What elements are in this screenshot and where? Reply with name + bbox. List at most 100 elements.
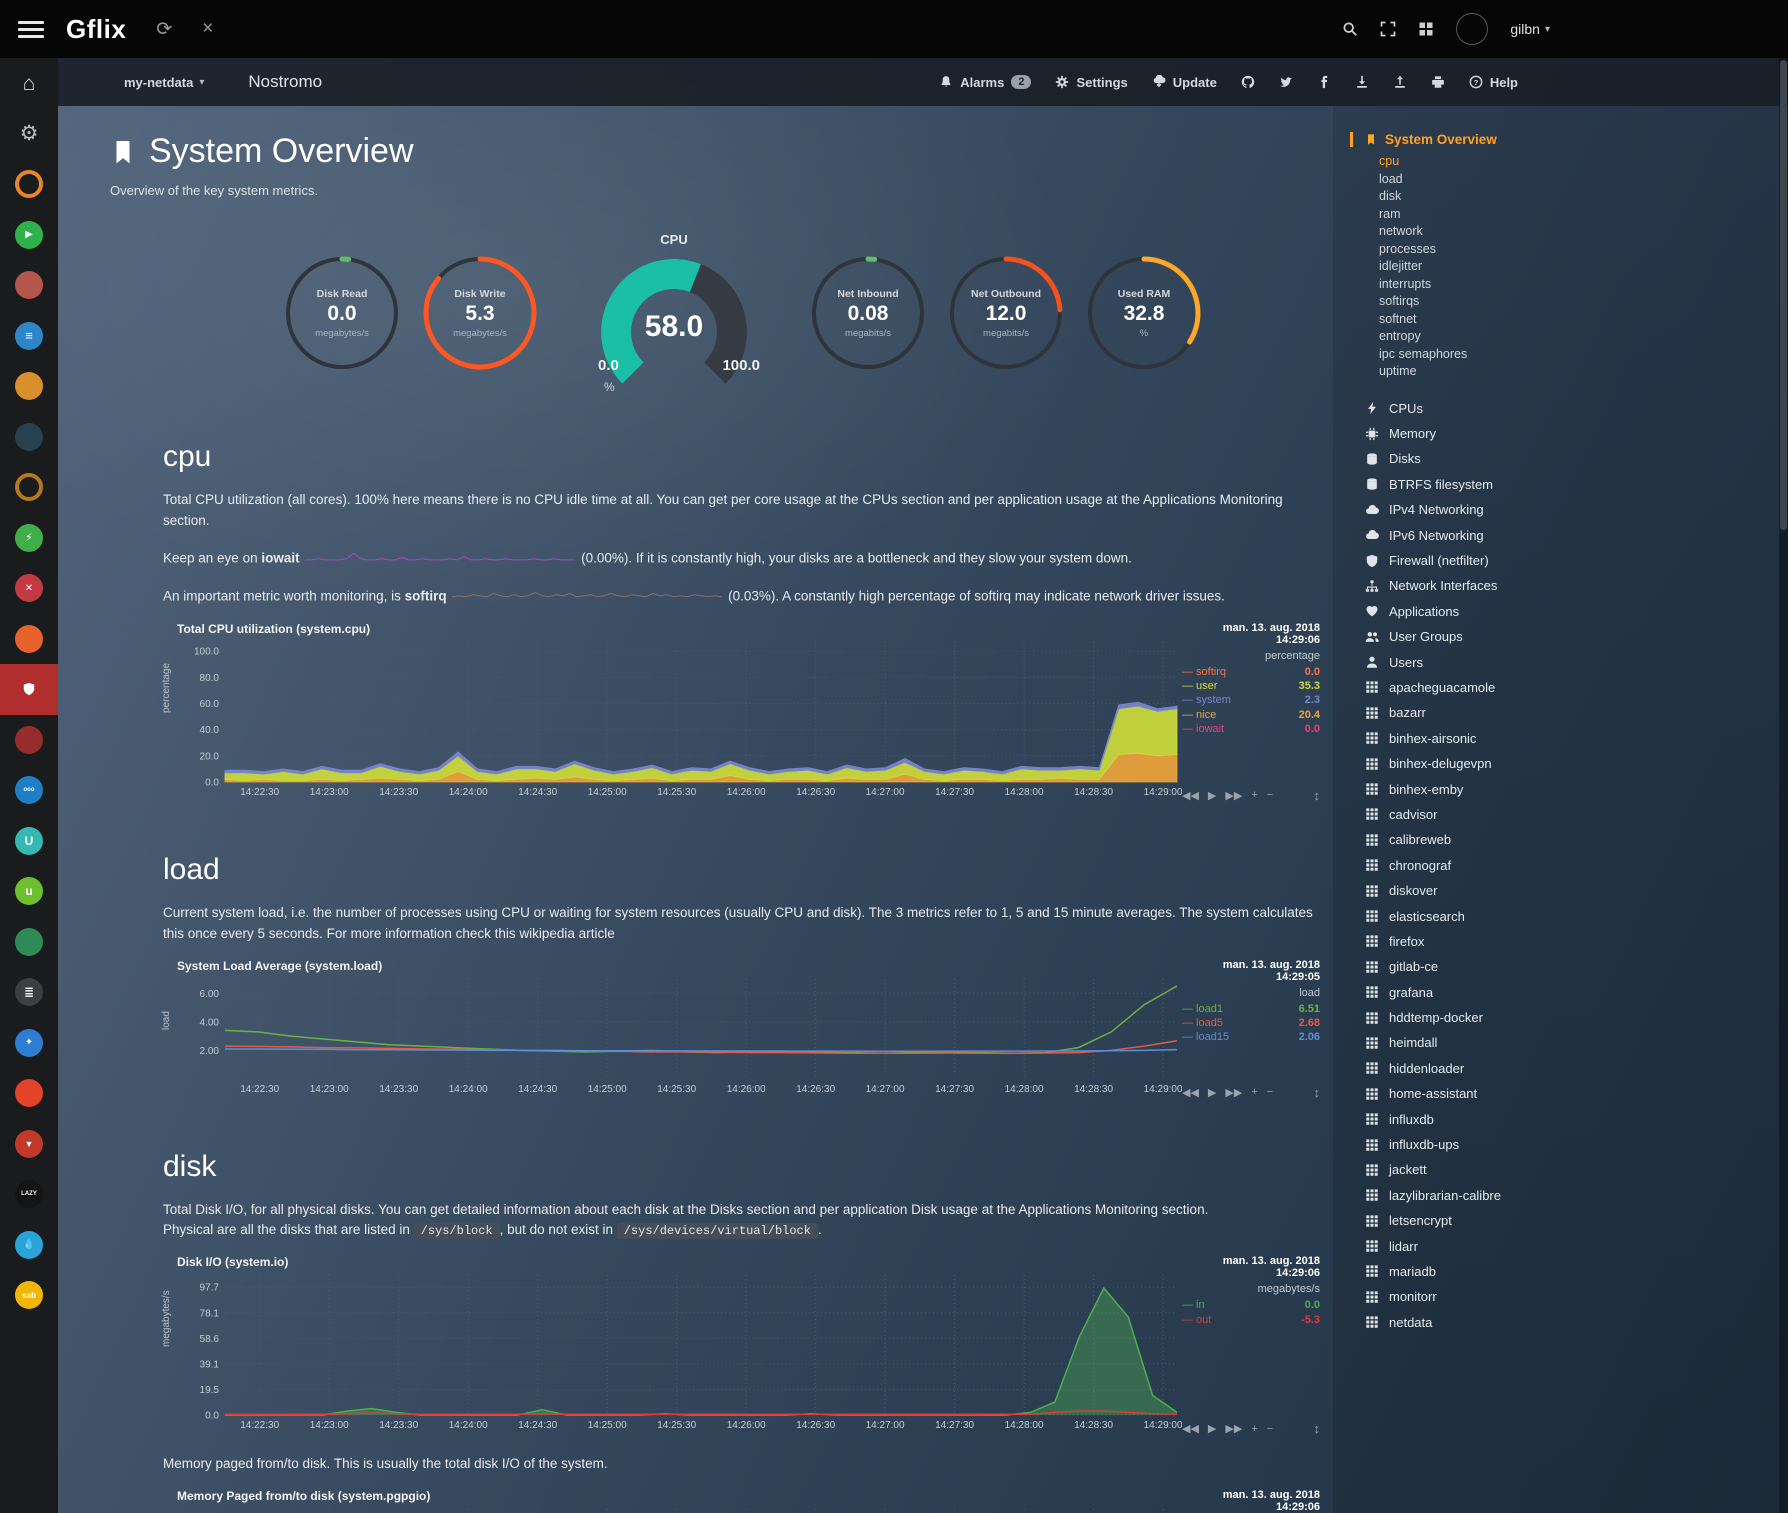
sidebar-system-overview[interactable]: System Overview bbox=[1350, 132, 1788, 147]
sidebar-netdata-active[interactable] bbox=[0, 664, 58, 715]
legend-item-nice[interactable]: — nice 20.4 bbox=[1182, 708, 1320, 722]
sidebar-link-uptime[interactable]: uptime bbox=[1379, 363, 1788, 381]
sidebar-section-memory[interactable]: Memory bbox=[1365, 421, 1788, 446]
sidebar-app-green-play[interactable]: ▶ bbox=[0, 210, 58, 261]
sidebar-app-monitorr[interactable]: monitorr bbox=[1365, 1284, 1788, 1309]
legend-item-system[interactable]: — system 2.3 bbox=[1182, 693, 1320, 707]
sidebar-link-softirqs[interactable]: softirqs bbox=[1379, 293, 1788, 311]
sidebar-app-bazarr[interactable]: bazarr bbox=[1365, 700, 1788, 725]
chart-load[interactable]: load System Load Average (system.load) 6… bbox=[163, 959, 1323, 1102]
chart-canvas[interactable]: 100.080.060.040.020.00.014:22:3014:23:00… bbox=[177, 638, 1182, 800]
sidebar-app-jackett[interactable]: jackett bbox=[1365, 1157, 1788, 1182]
legend-item-in[interactable]: — in 0.0 bbox=[1182, 1298, 1320, 1312]
sidebar-app-netdata[interactable]: netdata bbox=[1365, 1310, 1788, 1335]
sidebar-link-ipc-semaphores[interactable]: ipc semaphores bbox=[1379, 346, 1788, 364]
sidebar-app-calibreweb[interactable]: calibreweb bbox=[1365, 827, 1788, 852]
sidebar-app-green-leaf[interactable] bbox=[0, 917, 58, 968]
legend-item-user[interactable]: — user 35.3 bbox=[1182, 679, 1320, 693]
gauge-disk-write[interactable]: Disk Write 5.3 megabytes/s bbox=[422, 255, 538, 371]
chart-tool-button[interactable]: ◀◀ bbox=[1182, 789, 1199, 802]
chart-tool-button[interactable]: + bbox=[1251, 1423, 1257, 1435]
sidebar-app-blue-audio[interactable]: ≡ bbox=[0, 311, 58, 362]
sidebar-app-orange-flame[interactable] bbox=[0, 614, 58, 665]
sidebar-app-chronograf[interactable]: chronograf bbox=[1365, 853, 1788, 878]
sidebar-app-diskover[interactable]: diskover bbox=[1365, 878, 1788, 903]
navbar-github[interactable] bbox=[1241, 75, 1255, 89]
chart-resize-handle[interactable]: ↕ bbox=[1314, 1085, 1321, 1100]
gauge-net-outbound[interactable]: Net Outbound 12.0 megabits/s bbox=[948, 255, 1064, 371]
chart-canvas[interactable]: 97.778.158.639.119.50.014:22:3014:23:001… bbox=[177, 1505, 1182, 1513]
chart-tool-button[interactable]: + bbox=[1251, 1086, 1257, 1098]
softirq-sparkline[interactable] bbox=[452, 586, 722, 608]
sidebar-app-hiddenloader[interactable]: hiddenloader bbox=[1365, 1056, 1788, 1081]
sidebar-section-btrfs-filesystem[interactable]: BTRFS filesystem bbox=[1365, 472, 1788, 497]
sidebar-link-cpu[interactable]: cpu bbox=[1379, 153, 1788, 171]
chart-tool-button[interactable]: ▶ bbox=[1208, 1086, 1216, 1099]
legend-item-load5[interactable]: — load5 2.68 bbox=[1182, 1016, 1320, 1030]
sidebar-app-gitlab-ce[interactable]: gitlab-ce bbox=[1365, 954, 1788, 979]
navbar-help[interactable]: Help bbox=[1469, 75, 1518, 90]
legend-item-softirq[interactable]: — softirq 0.0 bbox=[1182, 665, 1320, 679]
sidebar-app-lazylibrarian-calibre[interactable]: lazylibrarian-calibre bbox=[1365, 1183, 1788, 1208]
sidebar-app-influxdb-ups[interactable]: influxdb-ups bbox=[1365, 1132, 1788, 1157]
sidebar-app-grafana[interactable]: grafana bbox=[1365, 979, 1788, 1004]
navbar-twitter[interactable] bbox=[1279, 75, 1293, 89]
sidebar-app-green-u[interactable]: u bbox=[0, 866, 58, 917]
sidebar-app-elasticsearch[interactable]: elasticsearch bbox=[1365, 903, 1788, 928]
chart-tool-button[interactable]: − bbox=[1267, 1086, 1273, 1098]
legend-item-iowait[interactable]: — iowait 0.0 bbox=[1182, 722, 1320, 736]
legend-item-out[interactable]: — out -5.3 bbox=[1182, 1313, 1320, 1327]
refresh-icon[interactable]: ⟳ bbox=[156, 18, 172, 41]
sidebar-app-amber-ring[interactable] bbox=[0, 462, 58, 513]
sidebar-app-blue-drop[interactable]: 💧 bbox=[0, 1220, 58, 1271]
sidebar-app-binhex-delugevpn[interactable]: binhex-delugevpn bbox=[1365, 751, 1788, 776]
sidebar-app-firefox[interactable]: firefox bbox=[1365, 929, 1788, 954]
sidebar-app-binhex-airsonic[interactable]: binhex-airsonic bbox=[1365, 726, 1788, 751]
close-icon[interactable]: × bbox=[202, 18, 213, 40]
sidebar-section-network-interfaces[interactable]: Network Interfaces bbox=[1365, 573, 1788, 598]
sidebar-app-orange-ring[interactable] bbox=[0, 159, 58, 210]
chart-canvas[interactable]: 97.778.158.639.119.50.014:22:3014:23:001… bbox=[177, 1271, 1182, 1433]
sidebar-app-nextcloud[interactable]: ooo bbox=[0, 765, 58, 816]
server-menu[interactable]: my-netdata▾ bbox=[124, 75, 204, 90]
scrollbar[interactable] bbox=[1779, 58, 1788, 1513]
chart-tool-button[interactable]: ◀◀ bbox=[1182, 1422, 1199, 1435]
chart-tool-button[interactable]: ▶▶ bbox=[1225, 1422, 1242, 1435]
sidebar-app-mariadb[interactable]: mariadb bbox=[1365, 1259, 1788, 1284]
chart-resize-handle[interactable]: ↕ bbox=[1314, 1421, 1321, 1436]
sidebar-app-amber-search[interactable] bbox=[0, 361, 58, 412]
sidebar-home[interactable]: ⌂ bbox=[0, 58, 58, 109]
sidebar-app-maroon[interactable] bbox=[0, 715, 58, 766]
sidebar-section-ipv4-networking[interactable]: IPv4 Networking bbox=[1365, 497, 1788, 522]
gauge-net-inbound[interactable]: Net Inbound 0.08 megabits/s bbox=[810, 255, 926, 371]
gauge-cpu[interactable]: CPU 58.0 0.0 100.0 % bbox=[574, 234, 774, 392]
sidebar-app-rust-arrow[interactable]: ▼ bbox=[0, 1119, 58, 1170]
chart-tool-button[interactable]: − bbox=[1267, 1423, 1273, 1435]
chart-cpu[interactable]: percentage Total CPU utilization (system… bbox=[163, 622, 1323, 805]
sidebar-link-load[interactable]: load bbox=[1379, 171, 1788, 189]
sidebar-app-teal-u[interactable]: U bbox=[0, 816, 58, 867]
apps-grid-icon[interactable] bbox=[1418, 21, 1434, 37]
sidebar-app-hddtemp-docker[interactable]: hddtemp-docker bbox=[1365, 1005, 1788, 1030]
sidebar-app-crimson[interactable]: ✕ bbox=[0, 563, 58, 614]
scrollbar-thumb[interactable] bbox=[1780, 60, 1787, 530]
navbar-facebook[interactable] bbox=[1317, 75, 1331, 89]
sidebar-section-applications[interactable]: Applications bbox=[1365, 599, 1788, 624]
sidebar-link-softnet[interactable]: softnet bbox=[1379, 311, 1788, 329]
chart-tool-button[interactable]: ▶ bbox=[1208, 789, 1216, 802]
chart-resize-handle[interactable]: ↕ bbox=[1314, 788, 1321, 803]
sidebar-app-heimdall[interactable]: heimdall bbox=[1365, 1030, 1788, 1055]
chart-disk-io[interactable]: megabytes/s Disk I/O (system.io) 97.778.… bbox=[163, 1255, 1323, 1438]
sidebar-section-users[interactable]: Users bbox=[1365, 649, 1788, 674]
chart-tool-button[interactable]: ▶▶ bbox=[1225, 789, 1242, 802]
sidebar-link-disk[interactable]: disk bbox=[1379, 188, 1788, 206]
user-menu[interactable]: gilbn▾ bbox=[1510, 21, 1550, 37]
sidebar-settings[interactable]: ⚙ bbox=[0, 109, 58, 160]
sidebar-app-blue-square[interactable]: ✦ bbox=[0, 1018, 58, 1069]
search-icon[interactable] bbox=[1342, 21, 1358, 37]
chart-tool-button[interactable]: ▶ bbox=[1208, 1422, 1216, 1435]
fullscreen-icon[interactable] bbox=[1380, 21, 1396, 37]
sidebar-app-gitlab[interactable] bbox=[0, 1068, 58, 1119]
sidebar-app-sabnzbd[interactable]: sab bbox=[0, 1270, 58, 1321]
sidebar-app-lazylibrarian[interactable]: LAZY bbox=[0, 1169, 58, 1220]
